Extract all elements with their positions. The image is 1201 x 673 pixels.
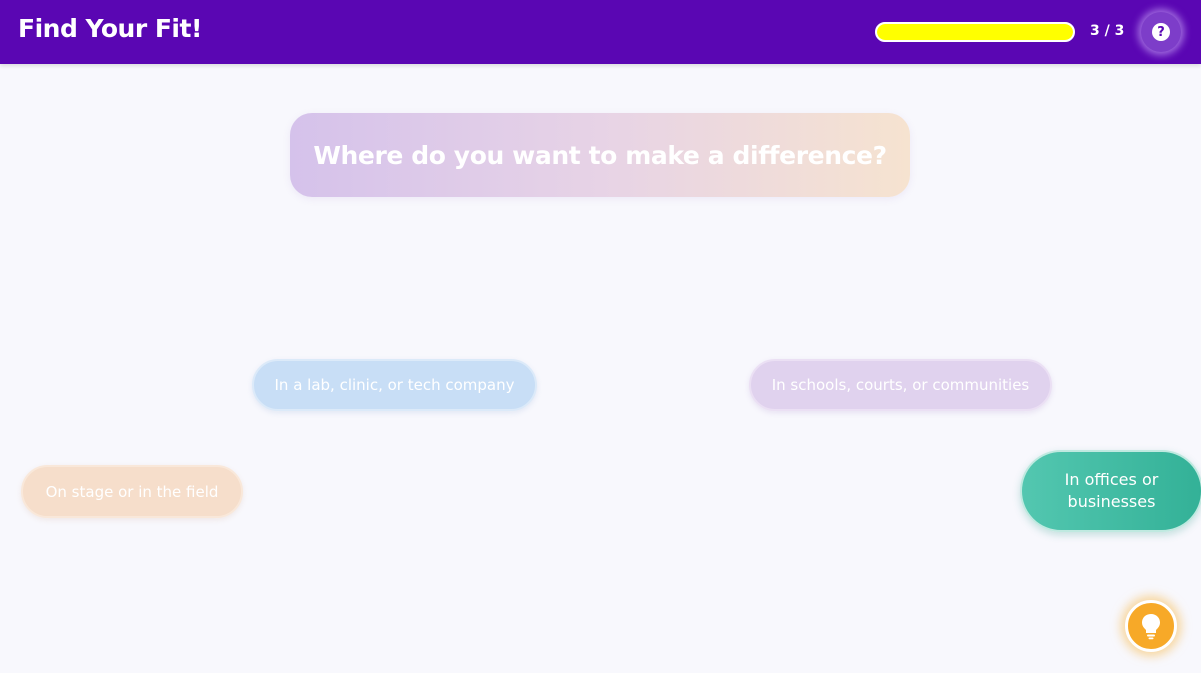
option-label: In schools, courts, or communities	[771, 376, 1030, 394]
question-card: Where do you want to make a difference?	[290, 113, 910, 197]
option-schools-courts-communities[interactable]: In schools, courts, or communities	[749, 359, 1052, 411]
lightbulb-icon	[1142, 614, 1160, 640]
option-stage-field[interactable]: On stage or in the field	[21, 465, 243, 518]
app-title: Find Your Fit!	[18, 14, 202, 43]
progress-count: 3 / 3	[1090, 23, 1125, 39]
question-circle-icon: ?	[1152, 23, 1170, 41]
hint-button[interactable]	[1125, 600, 1177, 652]
option-label: On stage or in the field	[45, 482, 219, 501]
progress-bar	[875, 22, 1075, 42]
progress-bar-fill	[877, 24, 1073, 40]
top-bar: Find Your Fit! 3 / 3 ?	[0, 0, 1201, 64]
option-label: In offices or businesses	[1064, 470, 1159, 511]
option-offices-businesses[interactable]: In offices or businesses	[1020, 450, 1201, 532]
question-text: Where do you want to make a difference?	[313, 140, 887, 170]
option-lab-clinic-tech[interactable]: In a lab, clinic, or tech company	[252, 359, 537, 411]
option-label: In a lab, clinic, or tech company	[274, 376, 515, 394]
help-button[interactable]: ?	[1141, 12, 1181, 52]
